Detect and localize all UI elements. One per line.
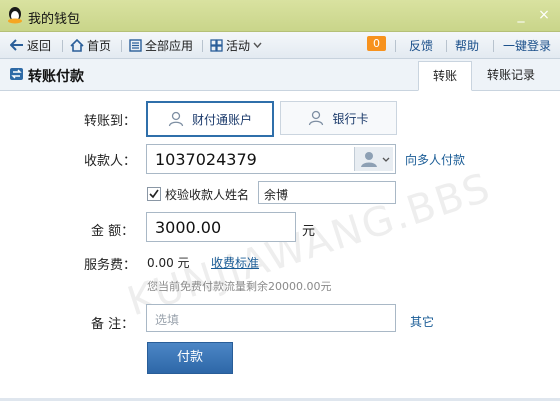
amount-value: 3000.00	[155, 218, 222, 237]
feedback-label: 反馈	[409, 38, 434, 53]
toolbar: 返回 首页 全部应用 活动 反馈 帮助 一键登录	[0, 32, 560, 59]
verify-name-label: 校验收款人姓名	[165, 188, 250, 202]
qq-penguin-icon	[8, 7, 22, 24]
toolbar-divider	[446, 40, 447, 52]
all-apps-label: 全部应用	[145, 38, 194, 53]
help-label: 帮助	[455, 38, 480, 53]
back-label: 返回	[27, 38, 52, 53]
title-bar: 我的钱包 _ ×	[0, 0, 560, 32]
payee-input[interactable]: 1037024379	[146, 144, 396, 174]
grid-icon	[210, 38, 223, 52]
fee-standard-link[interactable]: 收费标准	[211, 254, 259, 271]
transfer-icon	[10, 68, 23, 80]
tab-transfer[interactable]: 转账	[418, 61, 472, 91]
memo-placeholder: 选填	[155, 313, 180, 327]
toolbar-divider	[202, 40, 203, 52]
verify-name-checkbox[interactable]	[147, 187, 161, 201]
multi-pay-link[interactable]: 向多人付款	[405, 151, 465, 168]
amount-label: 金 额：	[91, 224, 135, 239]
close-button[interactable]: ×	[535, 6, 553, 24]
home-icon	[70, 38, 84, 52]
tenpay-account-label: 财付通账户	[191, 112, 252, 127]
home-label: 首页	[87, 38, 112, 53]
chevron-down-icon	[382, 157, 390, 162]
apps-list-icon	[129, 38, 142, 52]
fee-label: 服务费：	[84, 258, 137, 273]
login-label: 一键登录	[503, 38, 552, 53]
pay-button[interactable]: 付款	[147, 342, 233, 374]
transfer-to-label: 转账到：	[84, 114, 137, 129]
contact-icon	[361, 152, 377, 167]
all-apps-button[interactable]: 全部应用	[129, 37, 193, 53]
user-icon	[309, 110, 324, 126]
back-button[interactable]: 返回	[10, 37, 51, 53]
page-header: 转账付款 转账 转账记录	[0, 59, 560, 91]
payee-name-value: 余博	[264, 188, 289, 202]
chevron-down-icon	[253, 42, 262, 48]
feedback-link[interactable]: 反馈	[409, 37, 433, 53]
tab-transfer-records[interactable]: 转账记录	[478, 61, 544, 89]
activity-menu[interactable]: 活动	[210, 37, 262, 53]
fee-value: 0.00 元	[147, 256, 190, 270]
page-title: 转账付款	[28, 69, 84, 85]
currency-unit: 元	[302, 224, 316, 239]
toolbar-divider	[121, 40, 122, 52]
notification-badge[interactable]: 0	[367, 36, 386, 51]
tenpay-account-option[interactable]: 财付通账户	[146, 101, 274, 137]
free-quota-note: 您当前免费付款流量剩余20000.00元	[147, 280, 332, 293]
amount-input[interactable]: 3000.00	[146, 212, 296, 242]
window-title: 我的钱包	[28, 12, 81, 27]
bank-card-option[interactable]: 银行卡	[280, 101, 397, 135]
bank-card-label: 银行卡	[332, 111, 369, 126]
activity-label: 活动	[226, 38, 251, 53]
other-link[interactable]: 其它	[410, 313, 434, 330]
memo-input[interactable]: 选填	[146, 304, 396, 332]
user-icon	[168, 111, 184, 127]
payee-value: 1037024379	[155, 150, 257, 169]
payee-name-input[interactable]: 余博	[258, 181, 396, 204]
checkmark-icon	[149, 189, 159, 199]
help-link[interactable]: 帮助	[455, 37, 479, 53]
minimize-button[interactable]: _	[512, 6, 530, 24]
toolbar-divider	[62, 40, 63, 52]
toolbar-divider	[395, 40, 396, 52]
contact-picker-button[interactable]	[354, 147, 393, 171]
one-click-login-link[interactable]: 一键登录	[503, 37, 551, 53]
toolbar-divider	[493, 40, 494, 52]
home-button[interactable]: 首页	[70, 37, 111, 53]
back-arrow-icon	[10, 39, 23, 51]
memo-label: 备 注：	[91, 317, 135, 332]
payee-label: 收款人：	[84, 154, 137, 169]
